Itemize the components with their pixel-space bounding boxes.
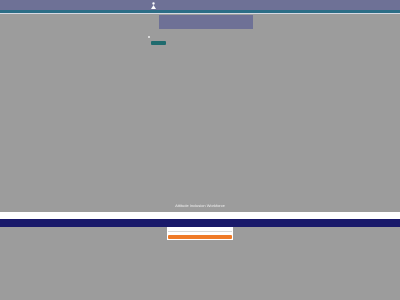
loading-indicator-icon xyxy=(148,36,150,38)
continue-button[interactable] xyxy=(151,41,166,45)
top-bar xyxy=(0,0,400,10)
nav-item-7[interactable] xyxy=(146,32,159,34)
email-input[interactable] xyxy=(168,229,232,232)
nav-item-6[interactable] xyxy=(146,29,159,31)
nav-item-2[interactable] xyxy=(146,17,159,19)
nav-item-3[interactable] xyxy=(146,20,159,22)
content-panel xyxy=(159,15,253,29)
nav-item-1[interactable] xyxy=(146,14,159,16)
side-navigation xyxy=(146,14,159,35)
subscribe-button[interactable] xyxy=(168,235,232,239)
newsletter-band xyxy=(0,219,400,227)
nav-item-5[interactable] xyxy=(146,26,159,28)
top-separator xyxy=(0,13,400,14)
nav-item-4[interactable] xyxy=(146,23,159,25)
footer-title: Attitude Inclusion Workforce xyxy=(175,203,225,208)
footer-band xyxy=(0,212,400,219)
person-logo-icon[interactable] xyxy=(150,2,157,9)
